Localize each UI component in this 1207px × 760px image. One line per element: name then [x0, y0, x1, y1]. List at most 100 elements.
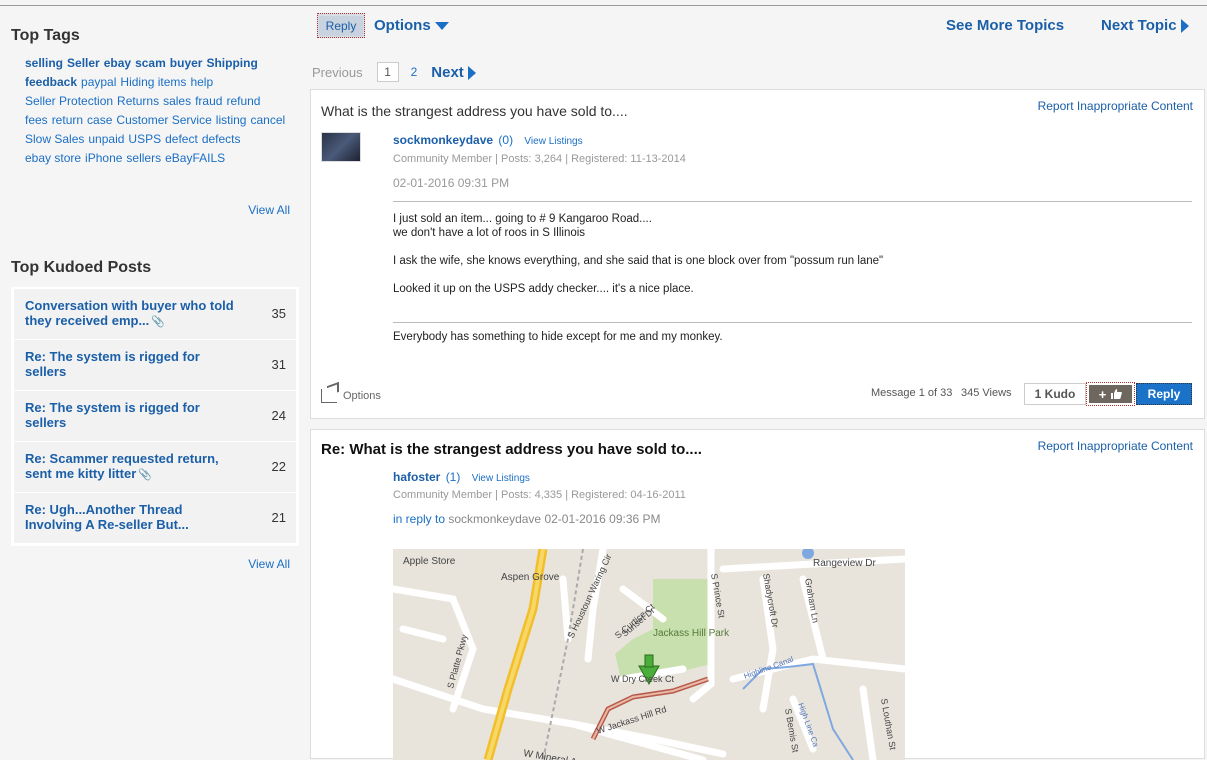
avatar[interactable]: [321, 132, 361, 162]
attachment-icon: 📎: [138, 469, 152, 481]
pager-next-label: Next: [431, 63, 464, 81]
in-reply-to-link[interactable]: in reply to: [393, 512, 445, 526]
share-icon: [321, 389, 337, 403]
tag-link[interactable]: Returns: [117, 92, 159, 111]
message-card-1: What is the strangest address you have s…: [310, 89, 1205, 419]
tag-link[interactable]: Shipping: [206, 54, 257, 73]
pager-page-2[interactable]: 2: [411, 65, 418, 79]
see-more-topics-link[interactable]: See More Topics: [946, 17, 1064, 34]
plus-label: +: [1098, 386, 1107, 402]
author-meta: Community Member | Posts: 3,264 | Regist…: [393, 153, 686, 165]
tag-link[interactable]: Hiding items: [120, 73, 186, 92]
message-subject: What is the strangest address you have s…: [321, 103, 628, 119]
tag-link[interactable]: selling: [25, 54, 63, 73]
map-label: Rangeview Dr: [813, 558, 876, 569]
tag-link[interactable]: fraud: [195, 92, 222, 111]
message-options-button[interactable]: Options: [321, 389, 381, 403]
top-kudoed-list: Conversation with buyer who told they re…: [11, 287, 299, 546]
kudoed-post-row: Conversation with buyer who told they re…: [14, 289, 296, 340]
kudoed-post-row: Re: Ugh...Another Thread Involving A Re-…: [14, 493, 296, 544]
options-dropdown[interactable]: Options: [374, 17, 449, 34]
kudo-count: 24: [271, 408, 286, 423]
top-tags-heading: Top Tags: [11, 27, 80, 44]
tag-link[interactable]: refund: [226, 92, 260, 111]
author-name-link[interactable]: sockmonkeydave: [393, 133, 493, 147]
tag-link[interactable]: scam: [135, 54, 166, 73]
options-label: Options: [374, 17, 431, 34]
report-link[interactable]: Report Inappropriate Content: [1038, 439, 1193, 453]
kudoed-post-title-link[interactable]: Re: Scammer requested return, sent me ki…: [25, 451, 240, 483]
next-topic-link[interactable]: Next Topic: [1101, 17, 1189, 34]
tag-link[interactable]: defect: [165, 130, 198, 149]
tag-link[interactable]: listing: [216, 111, 247, 130]
give-kudo-button[interactable]: +: [1086, 382, 1135, 406]
author-kudos[interactable]: (1): [446, 470, 461, 484]
tag-link[interactable]: sales: [163, 92, 191, 111]
tag-link[interactable]: iPhone: [85, 149, 122, 168]
signature-divider: [393, 322, 1192, 323]
author-kudos[interactable]: (0): [498, 133, 513, 147]
top-kudoed-heading: Top Kudoed Posts: [11, 259, 152, 276]
view-count: 345 Views: [961, 387, 1012, 399]
signature: Everybody has something to hide except f…: [393, 331, 723, 343]
pager-next[interactable]: Next: [431, 64, 476, 81]
tag-cloud: selling Seller ebay scam buyer Shipping feedba…: [25, 54, 290, 168]
tag-link[interactable]: eBayFAILS: [165, 149, 225, 168]
arrow-right-icon: [467, 65, 476, 80]
tag-link[interactable]: return: [52, 111, 83, 130]
chevron-down-icon: [434, 22, 449, 31]
map-image[interactable]: Apple Store Aspen Grove Rangeview Dr Jac…: [393, 549, 905, 760]
tag-link[interactable]: Seller Protection: [25, 92, 113, 111]
tag-link[interactable]: case: [87, 111, 112, 130]
tag-link[interactable]: ebay store: [25, 149, 81, 168]
message-body: I just sold an item... going to # 9 Kang…: [393, 212, 883, 310]
kudo-count: 35: [271, 306, 286, 321]
tag-link[interactable]: buyer: [170, 54, 203, 73]
reply-button[interactable]: Reply: [1136, 383, 1192, 405]
reply-label: Reply: [318, 15, 364, 36]
kudoed-post-title-link[interactable]: Conversation with buyer who told they re…: [25, 298, 240, 330]
next-topic-label: Next Topic: [1101, 17, 1177, 34]
kudoed-post-title-link[interactable]: Re: The system is rigged for sellers: [25, 349, 240, 379]
view-listings-link[interactable]: View Listings: [472, 473, 530, 484]
tag-link[interactable]: ebay: [104, 54, 131, 73]
in-reply-user[interactable]: sockmonkeydave: [448, 512, 541, 526]
pagination: Previous 1 2 Next: [312, 61, 476, 83]
tag-link[interactable]: unpaid: [88, 130, 124, 149]
kudoed-view-all-link[interactable]: View All: [248, 557, 290, 571]
post-date: 02-01-2016 09:31 PM: [393, 176, 510, 190]
in-reply-to: in reply to sockmonkeydave 02-01-2016 09…: [393, 512, 661, 526]
map-label: Jackass Hill Park: [653, 628, 730, 639]
tag-link[interactable]: Customer Service: [116, 111, 211, 130]
author-meta: Community Member | Posts: 4,335 | Regist…: [393, 489, 686, 501]
tags-view-all-link[interactable]: View All: [248, 203, 290, 217]
tag-link[interactable]: Slow Sales: [25, 130, 84, 149]
pager-previous: Previous: [312, 64, 363, 80]
map-label: Aspen Grove: [501, 572, 560, 583]
message-subject: Re: What is the strangest address you ha…: [321, 441, 702, 458]
tag-link[interactable]: defects: [202, 130, 241, 149]
tag-link[interactable]: help: [190, 73, 213, 92]
tag-link[interactable]: paypal: [81, 73, 116, 92]
tag-link[interactable]: USPS: [128, 130, 161, 149]
tag-link[interactable]: Seller: [67, 54, 100, 73]
tag-link[interactable]: cancel: [250, 111, 285, 130]
top-divider: [0, 5, 1207, 6]
attachment-icon: 📎: [151, 316, 165, 328]
report-link[interactable]: Report Inappropriate Content: [1038, 99, 1193, 113]
author-name-link[interactable]: hafoster: [393, 470, 440, 484]
body-paragraph: Looked it up on the USPS addy checker...…: [393, 283, 694, 295]
kudoed-post-title-link[interactable]: Re: Ugh...Another Thread Involving A Re-…: [25, 502, 240, 532]
kudoed-post-title-link[interactable]: Re: The system is rigged for sellers: [25, 400, 240, 430]
body-paragraph: I just sold an item... going to # 9 Kang…: [393, 212, 883, 240]
tag-link[interactable]: fees: [25, 111, 48, 130]
view-listings-link[interactable]: View Listings: [524, 136, 582, 147]
tag-link[interactable]: sellers: [126, 149, 161, 168]
tag-link[interactable]: feedback: [25, 73, 77, 92]
message-card-2: Re: What is the strangest address you ha…: [310, 429, 1205, 760]
message-count: Message 1 of 33: [871, 387, 953, 399]
reply-button-top[interactable]: Reply: [317, 13, 365, 38]
kudo-count[interactable]: 1 Kudo: [1024, 383, 1086, 405]
author-line: sockmonkeydave (0) View Listings: [393, 133, 583, 147]
kudoed-post-title: Re: The system is rigged for sellers: [25, 400, 200, 430]
